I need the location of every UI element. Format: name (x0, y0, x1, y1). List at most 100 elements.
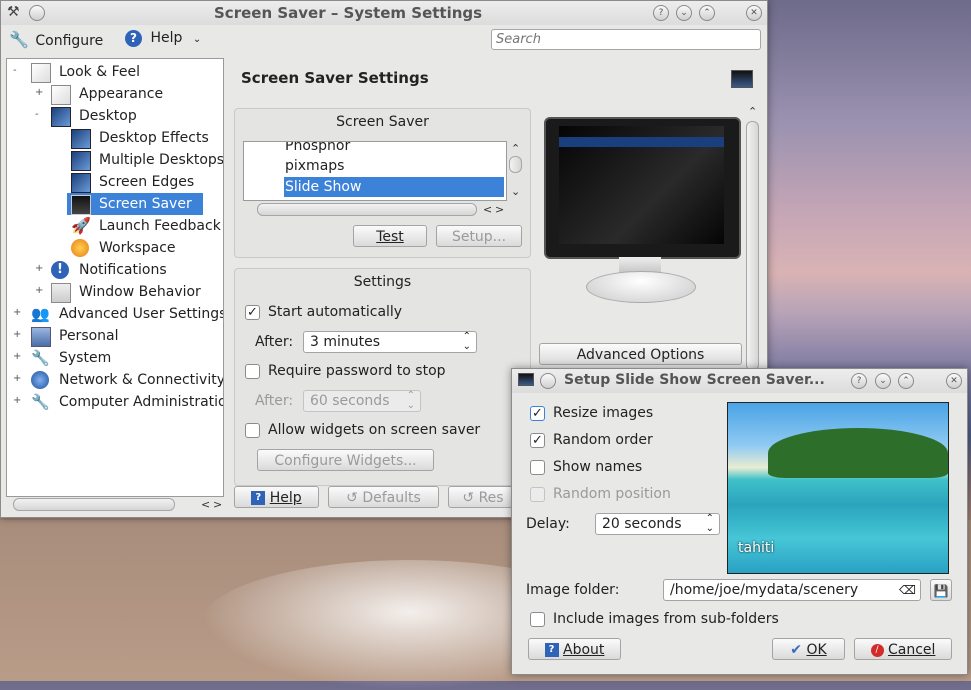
dialog-maximize-button[interactable]: ⌃ (898, 373, 914, 389)
expand-toggle[interactable]: + (35, 285, 43, 296)
expand-toggle[interactable]: + (13, 329, 21, 340)
list-vertical-scrollbar[interactable] (509, 156, 522, 173)
category-tree: - Look & Feel + Appearance - Desktop Des… (6, 58, 224, 497)
collapse-toggle[interactable]: - (35, 109, 39, 120)
setup-button[interactable]: Setup... (436, 225, 522, 247)
dialog-close-button[interactable]: ✕ (946, 373, 962, 389)
help-icon: ? (251, 491, 266, 505)
screen-saver-list[interactable]: Phosphor pixmaps Slide Show (243, 141, 507, 201)
list-item-selected[interactable]: Slide Show (284, 177, 504, 197)
test-button[interactable]: Test (353, 225, 427, 247)
about-button[interactable]: ? About (528, 638, 621, 660)
help-icon: ? (125, 30, 142, 47)
expand-toggle[interactable]: + (13, 395, 21, 406)
expand-toggle[interactable]: + (13, 307, 21, 318)
minimize-button[interactable]: ⌄ (676, 5, 692, 21)
expand-toggle[interactable]: + (13, 351, 21, 362)
after2-select[interactable]: 60 seconds ⌃ ⌄ (303, 390, 421, 412)
folder-icon: 💾 (933, 584, 949, 598)
dialog-titlebar[interactable]: Setup Slide Show Screen Saver... ? ⌄ ⌃ ✕ (512, 369, 967, 393)
list-item[interactable]: Phosphor (285, 142, 350, 154)
configure-widgets-button[interactable]: Configure Widgets... (257, 449, 434, 471)
window-title: Screen Saver – System Settings (214, 4, 483, 22)
personal-icon (31, 327, 51, 347)
checkmark-icon: ✔ (790, 642, 803, 658)
help-menu-button[interactable]: ? Help ⌄ (125, 30, 201, 50)
include-subfolders-label: Include images from sub-folders (553, 611, 779, 627)
cancel-icon: ∕ (870, 643, 884, 657)
require-password-checkbox[interactable] (245, 364, 260, 379)
ok-button[interactable]: ✔ OK (772, 638, 845, 660)
scroll-up-arrow[interactable]: ⌃ (748, 105, 757, 118)
window-behavior-icon (51, 283, 71, 303)
list-horizontal-scrollbar[interactable] (257, 203, 477, 216)
show-names-label: Show names (553, 459, 643, 475)
help-icon: ? (544, 643, 559, 657)
browse-folder-button[interactable]: 💾 (930, 579, 952, 601)
network-icon (31, 371, 49, 389)
monitor-preview (544, 117, 741, 259)
list-item[interactable]: pixmaps (285, 158, 344, 174)
include-subfolders-checkbox[interactable] (530, 612, 545, 627)
random-order-label: Random order (553, 432, 653, 448)
clear-text-icon[interactable]: ⌫ (899, 580, 916, 600)
after-label: After: (255, 334, 294, 350)
configure-button[interactable]: 🔧 Configure (9, 30, 103, 50)
tree-item-screen-saver[interactable]: Screen Saver (67, 193, 203, 215)
right-vertical-scrollbar[interactable] (746, 121, 759, 371)
defaults-icon: ↺ (346, 490, 358, 506)
list-scroll-down-arrow[interactable]: ⌄ (511, 185, 520, 198)
start-automatically-label: Start automatically (268, 304, 403, 320)
page-title: Screen Saver Settings (241, 69, 429, 87)
computer-administration-icon: 🔧 (31, 393, 50, 411)
show-names-checkbox[interactable] (530, 460, 545, 475)
settings-group-title: Settings (353, 274, 412, 290)
screen-saver-group-title: Screen Saver (336, 114, 429, 130)
search-input[interactable] (491, 29, 761, 50)
reset-button[interactable]: ↺ Res (448, 486, 518, 508)
cancel-button[interactable]: ∕ Cancel (854, 638, 952, 660)
defaults-button[interactable]: ↺ Defaults (328, 486, 439, 508)
expand-toggle[interactable]: + (35, 263, 43, 274)
launch-feedback-icon: 🚀 (71, 216, 91, 235)
require-password-label: Require password to stop (268, 363, 446, 379)
image-folder-input[interactable]: /home/joe/mydata/scenery ⌫ (663, 579, 921, 601)
main-titlebar[interactable]: ⚒ Screen Saver – System Settings ? ⌄ ⌃ ✕ (1, 1, 767, 25)
preview-caption: tahiti (738, 540, 775, 556)
random-position-checkbox[interactable] (530, 487, 545, 502)
spinner-icon: ⌃ ⌄ (406, 390, 415, 411)
delay-spinbox[interactable]: 20 seconds ⌃ ⌄ (595, 513, 720, 535)
list-scroll-up-arrow[interactable]: ⌃ (511, 142, 520, 155)
help-title-button[interactable]: ? (653, 5, 669, 21)
preview-screen (559, 126, 724, 244)
list-scroll-left-arrow[interactable]: < (483, 203, 492, 216)
palm-trees (768, 428, 948, 478)
chevron-down-icon: ⌄ (192, 34, 202, 45)
image-folder-label: Image folder: (526, 582, 620, 598)
advanced-options-button[interactable]: Advanced Options (539, 343, 742, 365)
list-scroll-right-arrow[interactable]: > (495, 203, 504, 216)
screen-saver-group: Screen Saver Phosphor pixmaps Slide Show… (234, 108, 531, 258)
scroll-right-arrow[interactable]: > (213, 498, 222, 511)
dialog-minimize-button[interactable]: ⌄ (875, 373, 891, 389)
after-select[interactable]: 3 minutes ⌃ ⌄ (303, 331, 477, 353)
pin-button[interactable] (29, 5, 45, 21)
tree-horizontal-scrollbar[interactable] (13, 498, 175, 511)
dialog-help-button[interactable]: ? (851, 373, 867, 389)
scroll-left-arrow[interactable]: < (201, 498, 210, 511)
resize-images-checkbox[interactable]: ✓ (530, 406, 545, 421)
expand-toggle[interactable]: + (13, 373, 21, 384)
dialog-pin-button[interactable] (540, 373, 556, 389)
random-order-checkbox[interactable]: ✓ (530, 433, 545, 448)
collapse-toggle[interactable]: - (13, 65, 17, 76)
allow-widgets-checkbox[interactable] (245, 423, 260, 438)
close-button[interactable]: ✕ (746, 5, 762, 21)
start-automatically-checkbox[interactable]: ✓ (245, 305, 260, 320)
help-button[interactable]: ? Help (234, 486, 319, 508)
advanced-user-settings-icon: 👥 (31, 305, 50, 323)
expand-toggle[interactable]: + (35, 87, 43, 98)
spinner-icon: ⌃ ⌄ (462, 331, 471, 352)
maximize-button[interactable]: ⌃ (699, 5, 715, 21)
preview-banner (559, 137, 724, 147)
app-menu-icon[interactable]: ⚒ (7, 4, 20, 20)
